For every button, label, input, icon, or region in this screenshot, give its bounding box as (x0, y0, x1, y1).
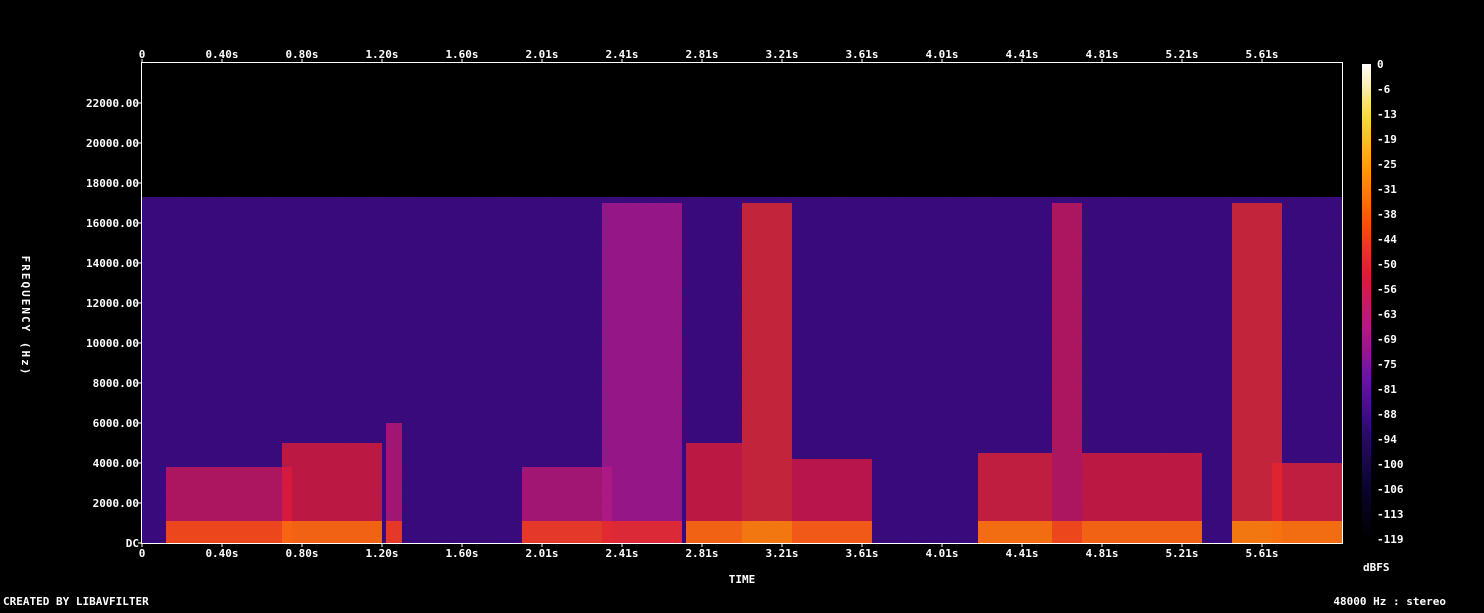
colorbar-ticks: 0 -6 -13 -19 -25 -31 -38 -44 -50 -56 -63 -69 -75 -81 -… (1377, 58, 1404, 546)
colorbar-tick-label-17: -106 (1377, 483, 1404, 496)
y-tick-label-0: DC (126, 537, 139, 550)
y-tick-label-2: 4000.00 (93, 457, 139, 470)
colorbar-tick-label-2: -13 (1377, 108, 1397, 121)
colorbar-tick-label-1: -6 (1377, 83, 1391, 96)
x-tick-label-top-12: 4.81s (1085, 48, 1118, 61)
x-tick-label-bottom-9: 3.61s (845, 547, 878, 560)
x-tick-label-bottom-0: 0 (139, 547, 146, 560)
colorbar-tick-label-5: -31 (1377, 183, 1397, 196)
y-axis-label: FREQUENCY (Hz) (19, 256, 32, 377)
x-tick-label-bottom-7: 2.81s (685, 547, 718, 560)
x-tick-label-top-1: 0.40s (205, 48, 238, 61)
x-tick-label-bottom-13: 5.21s (1165, 547, 1198, 560)
colorbar-tick-label-19: -119 (1377, 533, 1404, 546)
x-tick-label-bottom-10: 4.01s (925, 547, 958, 560)
colorbar (1362, 64, 1371, 539)
energy-burst-low-10 (1082, 521, 1202, 543)
colorbar-tick-label-3: -19 (1377, 133, 1397, 146)
energy-burst-low-7 (792, 521, 872, 543)
spectrogram-figure: 0 0.40s 0.80s 1.20s 1.60s 2.01s 2.41s 2.81s 3.21… (0, 0, 1484, 608)
colorbar-tick-label-0: 0 (1377, 58, 1384, 71)
y-tick-label-6: 12000.00 (86, 297, 139, 310)
y-tick-label-7: 14000.00 (86, 257, 139, 270)
y-tick-label-5: 10000.00 (86, 337, 139, 350)
x-tick-label-top-8: 3.21s (765, 48, 798, 61)
x-tick-label-top-7: 2.81s (685, 48, 718, 61)
colorbar-tick-label-16: -100 (1377, 458, 1404, 471)
x-tick-label-bottom-11: 4.41s (1005, 547, 1038, 560)
colorbar-tick-label-14: -88 (1377, 408, 1397, 421)
x-tick-label-top-2: 0.80s (285, 48, 318, 61)
x-tick-label-top-9: 3.61s (845, 48, 878, 61)
y-axis: DC 2000.00 4000.00 6000.00 8000.00 10000.00 12… (86, 97, 142, 550)
energy-burst-low-0 (166, 521, 292, 543)
x-tick-label-top-5: 2.01s (525, 48, 558, 61)
spectrogram-heatmap (142, 197, 1342, 543)
energy-burst-low-8 (978, 521, 1052, 543)
footer-credit: CREATED BY LIBAVFILTER (3, 595, 149, 608)
energy-burst-low-1 (282, 521, 382, 543)
x-axis-label: TIME (729, 573, 756, 586)
energy-burst-low-6 (742, 521, 792, 543)
y-tick-label-11: 22000.00 (86, 97, 139, 110)
colorbar-tick-label-6: -38 (1377, 208, 1397, 221)
y-tick-label-4: 8000.00 (93, 377, 139, 390)
x-axis-top: 0 0.40s 0.80s 1.20s 1.60s 2.01s 2.41s 2.81s 3.21… (139, 48, 1279, 63)
x-tick-label-top-0: 0 (139, 48, 146, 61)
y-tick-label-8: 16000.00 (86, 217, 139, 230)
y-tick-label-9: 18000.00 (86, 177, 139, 190)
footer-sample-info: 48000 Hz : stereo (1333, 595, 1446, 608)
x-tick-label-bottom-4: 1.60s (445, 547, 478, 560)
energy-burst-4 (602, 203, 682, 543)
x-tick-label-bottom-2: 0.80s (285, 547, 318, 560)
energy-burst-6 (742, 203, 792, 543)
energy-burst-low-5 (686, 521, 742, 543)
x-tick-label-top-11: 4.41s (1005, 48, 1038, 61)
colorbar-tick-label-15: -94 (1377, 433, 1397, 446)
y-tick-label-3: 6000.00 (93, 417, 139, 430)
spectrogram-chart: 0 0.40s 0.80s 1.20s 1.60s 2.01s 2.41s 2.81s 3.21… (3, 48, 1446, 608)
colorbar-tick-label-4: -25 (1377, 158, 1397, 171)
x-tick-label-bottom-6: 2.41s (605, 547, 638, 560)
y-tick-label-10: 20000.00 (86, 137, 139, 150)
x-tick-label-bottom-3: 1.20s (365, 547, 398, 560)
colorbar-tick-label-12: -75 (1377, 358, 1397, 371)
colorbar-tick-label-18: -113 (1377, 508, 1404, 521)
colorbar-tick-label-10: -63 (1377, 308, 1397, 321)
colorbar-tick-label-11: -69 (1377, 333, 1397, 346)
x-tick-label-bottom-1: 0.40s (205, 547, 238, 560)
x-axis-bottom: 0 0.40s 0.80s 1.20s 1.60s 2.01s 2.41s 2.81s 3.21… (139, 543, 1279, 560)
x-tick-label-top-10: 4.01s (925, 48, 958, 61)
x-tick-label-top-3: 1.20s (365, 48, 398, 61)
x-tick-label-bottom-14: 5.61s (1245, 547, 1278, 560)
colorbar-tick-label-13: -81 (1377, 383, 1397, 396)
x-tick-label-bottom-12: 4.81s (1085, 547, 1118, 560)
x-tick-label-bottom-8: 3.21s (765, 547, 798, 560)
energy-burst-9 (1052, 203, 1082, 543)
x-tick-label-top-13: 5.21s (1165, 48, 1198, 61)
x-tick-label-top-4: 1.60s (445, 48, 478, 61)
y-tick-label-1: 2000.00 (93, 497, 139, 510)
energy-burst-low-12 (1272, 521, 1342, 543)
colorbar-tick-label-8: -50 (1377, 258, 1397, 271)
colorbar-tick-label-9: -56 (1377, 283, 1397, 296)
x-tick-label-top-14: 5.61s (1245, 48, 1278, 61)
energy-burst-low-9 (1052, 521, 1082, 543)
energy-burst-low-2 (386, 521, 402, 543)
colorbar-label: dBFS (1363, 561, 1390, 574)
x-tick-label-top-6: 2.41s (605, 48, 638, 61)
energy-burst-low-3 (522, 521, 612, 543)
colorbar-tick-label-7: -44 (1377, 233, 1397, 246)
x-tick-label-bottom-5: 2.01s (525, 547, 558, 560)
energy-burst-low-4 (602, 521, 682, 543)
